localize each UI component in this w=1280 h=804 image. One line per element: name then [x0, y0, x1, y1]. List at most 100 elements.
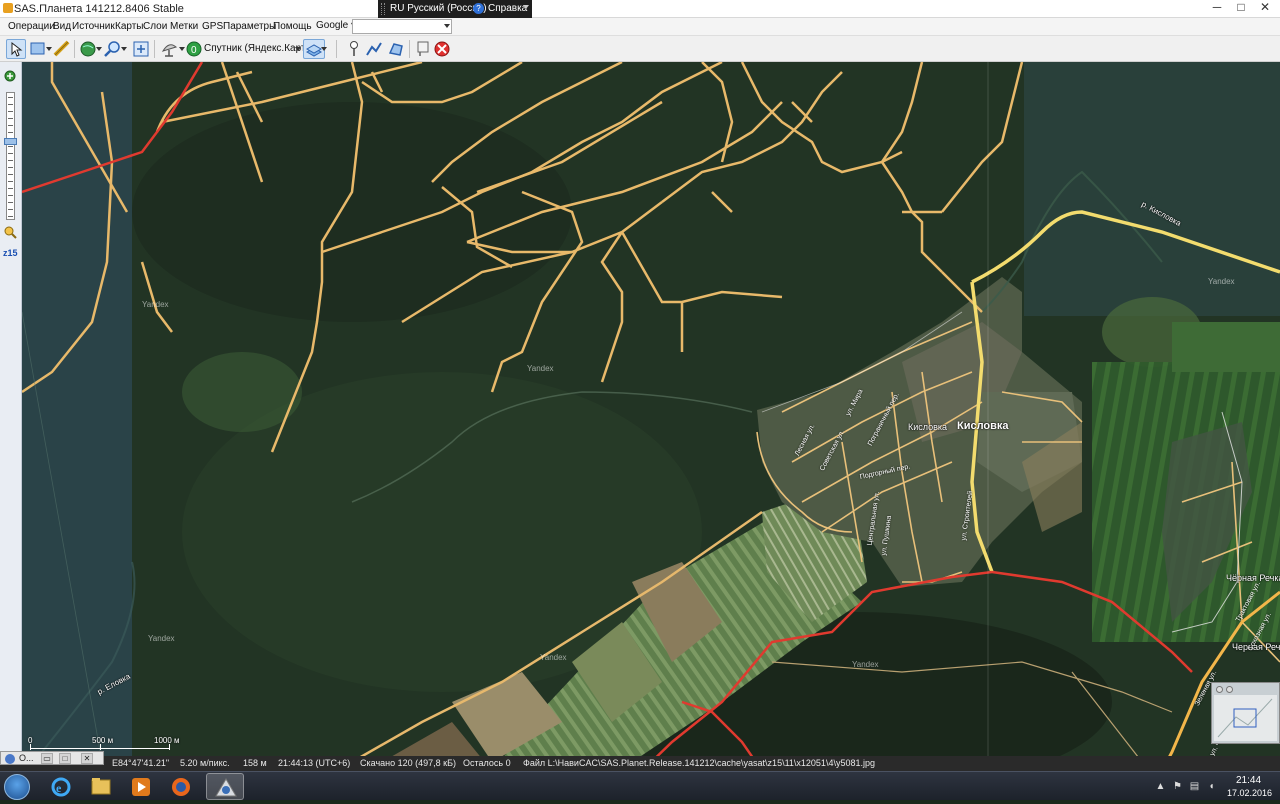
zoom-level-label: z15: [3, 248, 18, 258]
status-remaining: Осталось 0: [463, 758, 511, 768]
placemark-icon[interactable]: [344, 39, 364, 59]
chevron-down-icon[interactable]: [295, 47, 301, 51]
watermark: Yandex: [1208, 277, 1235, 286]
menu-settings[interactable]: Параметры: [223, 21, 276, 32]
chevron-down-icon[interactable]: [321, 47, 327, 51]
window-title: SAS.Планета 141212.8406 Stable: [14, 3, 184, 15]
menu-gps[interactable]: GPS: [202, 21, 223, 32]
minimap-zoom-in-icon[interactable]: [1216, 686, 1223, 693]
language-bar[interactable]: RU Русский (Россия) ? Справка: [378, 0, 532, 18]
minimize-button[interactable]: ─: [1206, 0, 1228, 16]
zoom-slider-thumb[interactable]: [4, 138, 17, 145]
delete-icon[interactable]: [432, 39, 452, 59]
zoom-panel: z15: [0, 62, 22, 771]
zoom-slider[interactable]: [6, 92, 15, 220]
scale-tick: [30, 744, 31, 750]
chevron-down-icon[interactable]: [121, 47, 127, 51]
toolbar: 0 Спутник (Яндекс.Карты): [0, 36, 1280, 62]
satellite-dish-icon[interactable]: [160, 39, 180, 59]
globe-icon[interactable]: [78, 39, 98, 59]
zoom-tick: [8, 146, 13, 147]
toolbar-divider: [336, 40, 337, 58]
toolbar-divider: [74, 40, 75, 58]
close-button[interactable]: ✕: [1254, 0, 1276, 16]
flag-icon[interactable]: ⚑: [1172, 781, 1183, 792]
minimap-view[interactable]: [1212, 683, 1279, 743]
tray-expand-icon[interactable]: ▲: [1155, 781, 1166, 792]
zoom-tick: [8, 160, 13, 161]
search-source-dropdown[interactable]: Google ▾: [316, 20, 356, 31]
village-label[interactable]: Чёрная Речка: [1226, 573, 1280, 583]
map-view[interactable]: Кисловка Кисловка Чёрная Речка Черная Ре…: [22, 62, 1280, 771]
chevron-down-icon[interactable]: [523, 5, 529, 9]
volume-icon[interactable]: ◖: [1206, 781, 1217, 792]
help-link[interactable]: Справка: [488, 3, 527, 14]
status-resolution: 5.20 м/пикс.: [180, 758, 230, 768]
scale-tick: [100, 744, 101, 750]
scale-500-label: 500 м: [92, 736, 114, 745]
zoom-in-button[interactable]: [4, 70, 17, 83]
clock-time[interactable]: 21:44: [1236, 775, 1261, 786]
ruler-icon[interactable]: [52, 39, 72, 59]
toolbar-divider: [409, 40, 410, 58]
media-player-icon[interactable]: [122, 773, 160, 800]
window-icon: [5, 754, 15, 764]
forest-patch: [132, 102, 572, 322]
status-downloaded: Скачано 120 (497,8 кБ): [360, 758, 456, 768]
svg-text:0: 0: [191, 45, 197, 56]
zoom-tick: [8, 216, 13, 217]
menu-maps[interactable]: Карты: [115, 21, 144, 32]
menu-marks[interactable]: Метки: [170, 21, 198, 32]
zoom-out-button[interactable]: [4, 226, 17, 239]
clock-date[interactable]: 17.02.2016: [1227, 788, 1272, 798]
network-icon[interactable]: ▤: [1189, 781, 1200, 792]
marks-icon[interactable]: [413, 39, 433, 59]
watermark: Yandex: [142, 300, 169, 309]
help-icon[interactable]: ?: [473, 3, 484, 14]
explorer-icon[interactable]: [82, 773, 120, 800]
zoom-tick: [8, 181, 13, 182]
town-label-small[interactable]: Кисловка: [908, 422, 947, 432]
ie-icon[interactable]: e: [42, 773, 80, 800]
menu-view[interactable]: Вид: [53, 21, 71, 32]
chevron-down-icon[interactable]: [444, 24, 450, 28]
select-arrow-icon[interactable]: [6, 39, 26, 59]
map-source-icon[interactable]: 0: [184, 39, 204, 59]
menu-layers[interactable]: Слои: [143, 21, 167, 32]
minimap[interactable]: [1211, 682, 1280, 744]
fullscreen-icon[interactable]: [131, 39, 151, 59]
status-coordinates: E84°47'41.21": [112, 758, 170, 768]
maximize-button[interactable]: □: [59, 753, 71, 764]
toolbar-divider: [154, 40, 155, 58]
maximize-button[interactable]: □: [1230, 0, 1252, 16]
app-icon: [3, 3, 13, 13]
zoom-icon[interactable]: [102, 39, 122, 59]
menu-help[interactable]: Помощь: [273, 21, 312, 32]
select-rect-icon[interactable]: [28, 39, 48, 59]
minimized-window[interactable]: O... ▭ □ ✕: [0, 751, 104, 765]
search-input[interactable]: [352, 19, 452, 34]
status-time: 21:44:13 (UTC+6): [278, 758, 351, 768]
minimized-window-title[interactable]: O...: [19, 753, 34, 763]
menu-source[interactable]: Источник: [72, 21, 115, 32]
scale-tick: [169, 744, 170, 750]
zoom-tick: [8, 97, 13, 98]
title-bar: SAS.Планета 141212.8406 Stable RU Русски…: [0, 0, 1280, 18]
polygon-icon[interactable]: [386, 39, 406, 59]
zoom-tick: [8, 167, 13, 168]
watermark: Yandex: [527, 364, 554, 373]
satellite-map[interactable]: [22, 62, 1280, 771]
start-button[interactable]: [4, 774, 30, 800]
zoom-tick: [8, 188, 13, 189]
zoom-tick: [8, 174, 13, 175]
path-icon[interactable]: [364, 39, 384, 59]
status-file-path: Файл L:\НавиCAC\SAS.Planet.Release.14121…: [523, 758, 875, 768]
sasplanet-icon[interactable]: [206, 773, 244, 800]
firefox-icon[interactable]: [162, 773, 200, 800]
grip-icon[interactable]: [381, 3, 385, 15]
town-label[interactable]: Кисловка: [957, 420, 1009, 432]
restore-button[interactable]: ▭: [41, 753, 53, 764]
menu-operations[interactable]: Операции: [8, 21, 55, 32]
minimap-zoom-out-icon[interactable]: [1226, 686, 1233, 693]
close-button[interactable]: ✕: [81, 753, 93, 764]
